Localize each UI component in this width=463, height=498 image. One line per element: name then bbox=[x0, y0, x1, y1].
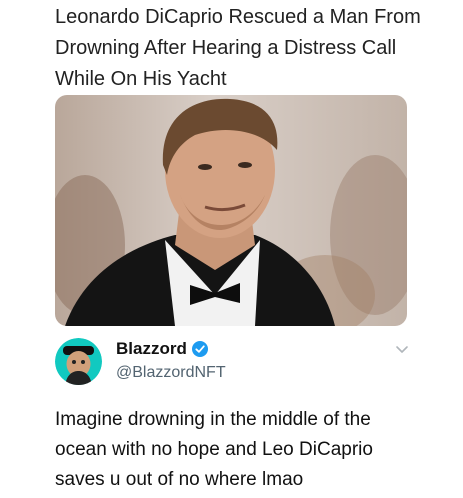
avatar[interactable] bbox=[55, 338, 102, 385]
display-name-text[interactable]: Blazzord bbox=[116, 338, 187, 360]
display-name[interactable]: Blazzord bbox=[116, 338, 208, 360]
article-photo bbox=[55, 95, 407, 326]
article-headline: Leonardo DiCaprio Rescued a Man From Dro… bbox=[55, 6, 421, 90]
tweet-text: Imagine drowning in the middle of the oc… bbox=[55, 409, 373, 490]
portrait-image bbox=[55, 95, 407, 326]
verified-badge-icon bbox=[191, 341, 208, 357]
chevron-down-icon[interactable] bbox=[395, 342, 409, 356]
user-handle[interactable]: @BlazzordNFT bbox=[116, 362, 226, 384]
avatar-image bbox=[55, 338, 102, 385]
